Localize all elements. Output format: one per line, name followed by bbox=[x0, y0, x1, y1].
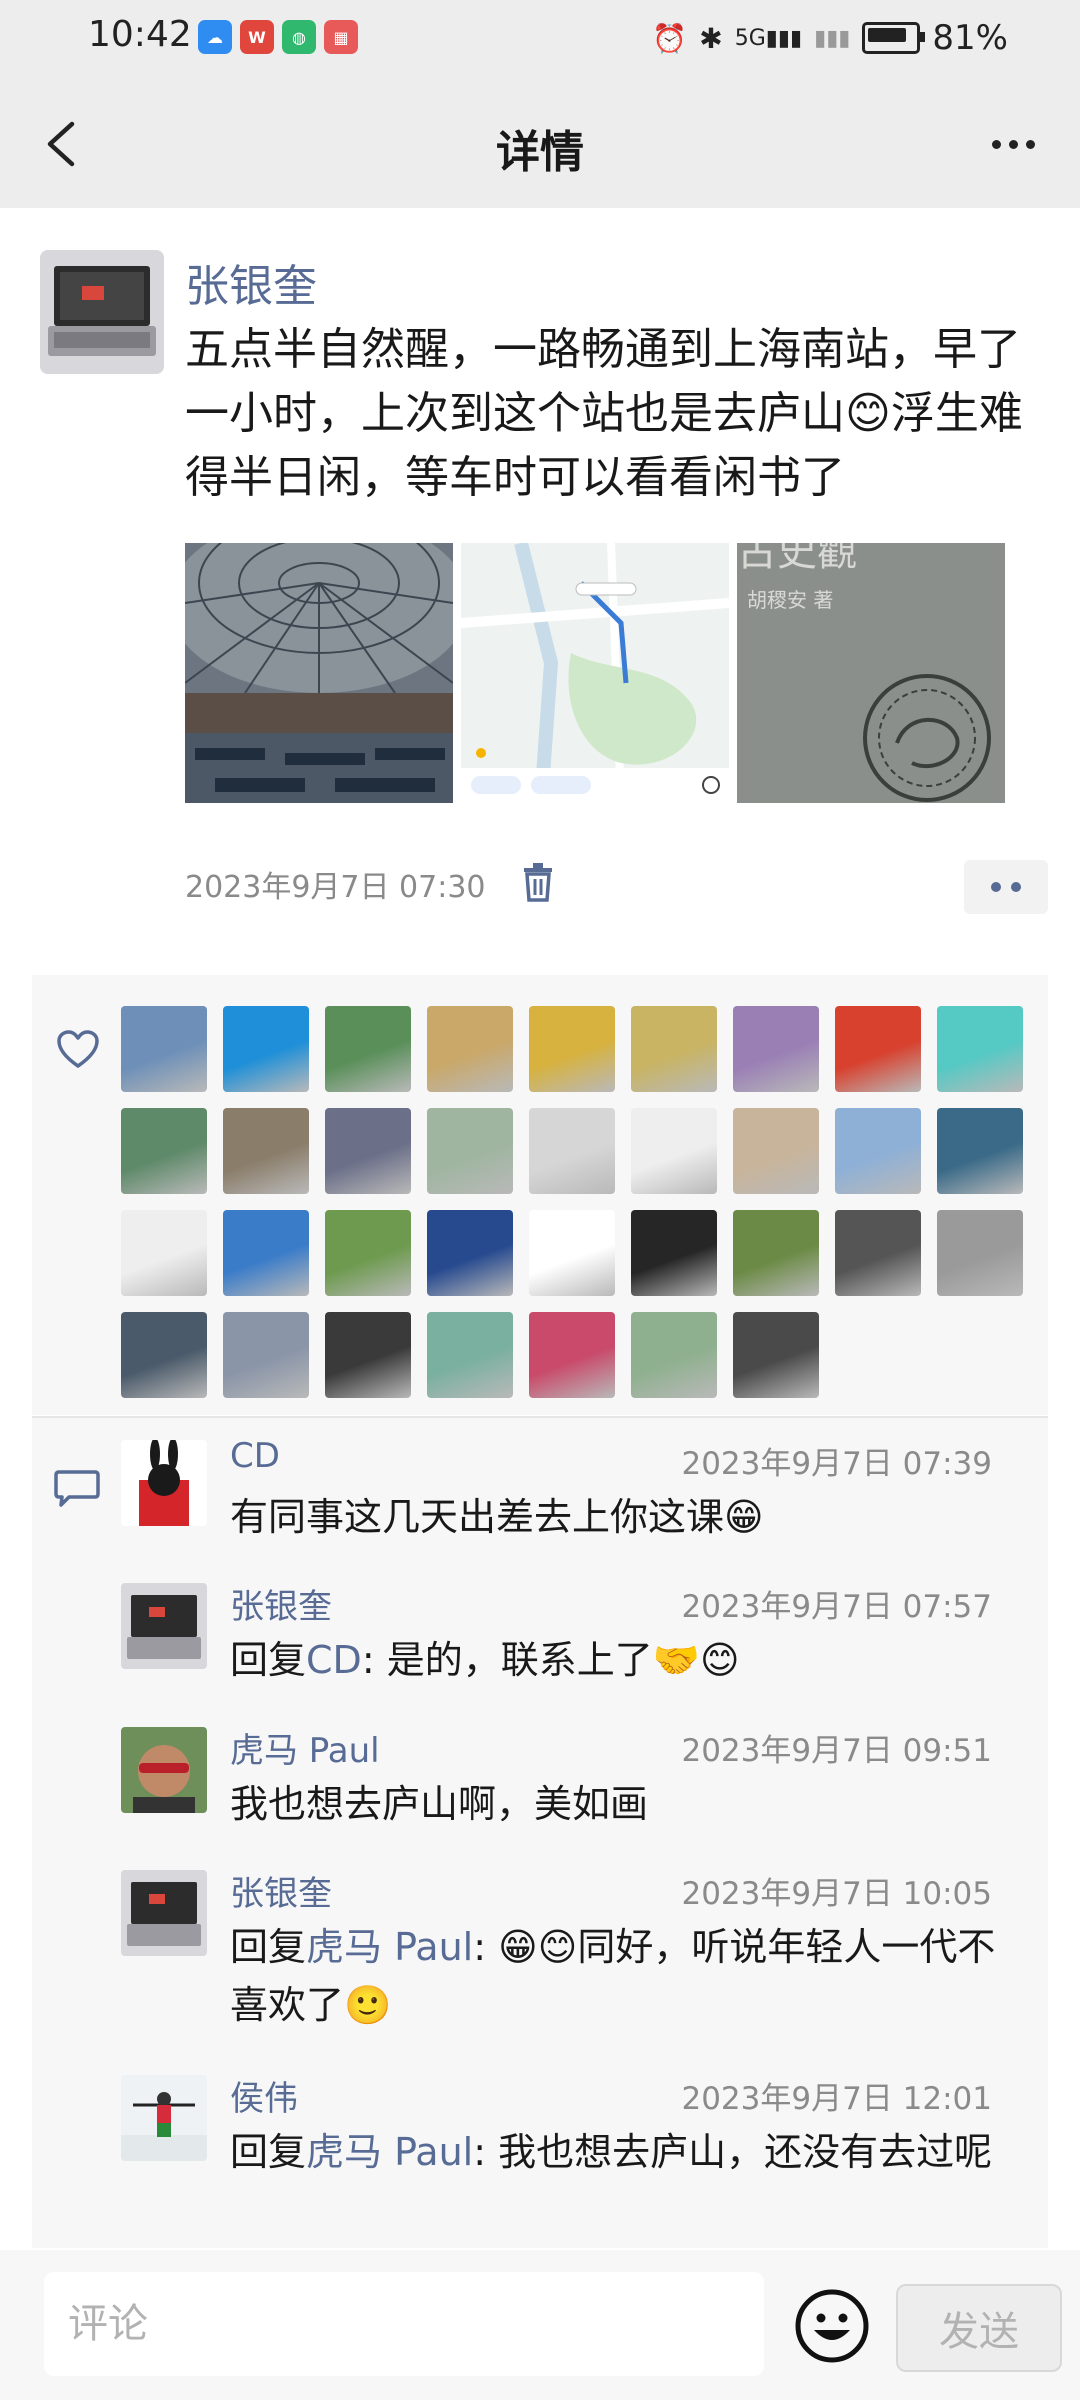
commenter-avatar[interactable] bbox=[121, 1440, 207, 1526]
map-screenshot-photo[interactable] bbox=[461, 543, 729, 803]
system-icons: ⏰ ✱ 5G▮▮▮ ▮▮▮ 81% bbox=[652, 18, 1008, 58]
book-cover-photo[interactable]: 古史觀 胡稷安 著 bbox=[737, 543, 1005, 803]
battery-percent: 81% bbox=[932, 18, 1008, 58]
comment-time: 2023年9月7日 12:01 bbox=[681, 2081, 992, 2117]
liker-avatar[interactable] bbox=[733, 1108, 819, 1194]
liker-avatar[interactable] bbox=[529, 1006, 615, 1092]
like-comment-menu-button[interactable] bbox=[964, 860, 1048, 914]
signal-icon: 5G▮▮▮ bbox=[734, 25, 803, 51]
commenter-name[interactable]: CD bbox=[230, 1436, 280, 1476]
status-bar: 10:42 ☁ W ◍ ▦ ⏰ ✱ 5G▮▮▮ ▮▮▮ 81% bbox=[0, 0, 1080, 80]
post-author-name[interactable]: 张银奎 bbox=[185, 250, 317, 314]
menu-dot-icon bbox=[1011, 882, 1021, 892]
comment-text: 我也想去庐山啊，美如画 bbox=[230, 1782, 649, 1826]
commenter-avatar[interactable] bbox=[121, 1727, 207, 1813]
liker-avatar[interactable] bbox=[223, 1108, 309, 1194]
battery-icon bbox=[862, 22, 926, 54]
emoji-button[interactable] bbox=[794, 2288, 870, 2364]
liker-avatar[interactable] bbox=[223, 1312, 309, 1398]
liker-avatar[interactable] bbox=[427, 1312, 513, 1398]
more-dot-icon bbox=[1025, 139, 1035, 149]
liker-avatar[interactable] bbox=[223, 1006, 309, 1092]
liker-avatar[interactable] bbox=[325, 1006, 411, 1092]
liker-avatar[interactable] bbox=[733, 1210, 819, 1296]
author-avatar[interactable] bbox=[40, 250, 164, 374]
liker-avatar[interactable] bbox=[733, 1006, 819, 1092]
commenter-name[interactable]: 侯伟 bbox=[230, 2071, 298, 2120]
comment-time: 2023年9月7日 07:57 bbox=[681, 1589, 992, 1625]
liker-avatar[interactable] bbox=[937, 1108, 1023, 1194]
comment-time: 2023年9月7日 09:51 bbox=[681, 1733, 992, 1769]
more-dot-icon bbox=[1008, 139, 1018, 149]
liker-avatar[interactable] bbox=[631, 1312, 717, 1398]
book-author-text: 胡稷安 著 bbox=[747, 588, 833, 612]
commenter-avatar[interactable] bbox=[121, 1583, 207, 1669]
post-text: 五点半自然醒，一路畅通到上海南站，早了一小时，上次到这个站也是去庐山😊浮生难得半… bbox=[185, 324, 1023, 503]
page-title: 详情 bbox=[496, 127, 584, 178]
liker-avatar[interactable] bbox=[631, 1108, 717, 1194]
comment-time: 2023年9月7日 10:05 bbox=[681, 1876, 992, 1912]
liker-avatar[interactable] bbox=[427, 1210, 513, 1296]
send-button[interactable]: 发送 bbox=[896, 2284, 1062, 2372]
delete-button[interactable] bbox=[520, 862, 556, 902]
title-bar: 详情 bbox=[0, 80, 1080, 208]
comment-text: 有同事这几天出差去上你这课😁 bbox=[230, 1495, 764, 1539]
comment-text: 回复虎马 Paul: 我也想去庐山，还没有去过呢 bbox=[230, 2130, 993, 2174]
liker-avatar[interactable] bbox=[937, 1210, 1023, 1296]
alarm-icon: ⏰ bbox=[652, 21, 688, 55]
bluetooth-icon: ✱ bbox=[699, 21, 723, 55]
mention-link[interactable]: CD bbox=[306, 1638, 362, 1682]
post-time: 2023年9月7日 07:30 bbox=[185, 870, 486, 905]
chat-app-icon: ◍ bbox=[282, 20, 316, 54]
comment-time: 2023年9月7日 07:39 bbox=[681, 1446, 992, 1482]
weibo-app-icon: W bbox=[240, 20, 274, 54]
liker-avatar[interactable] bbox=[733, 1312, 819, 1398]
liker-avatar[interactable] bbox=[121, 1312, 207, 1398]
post-photos: 古史觀 胡稷安 著 bbox=[185, 543, 1005, 803]
liker-avatar-grid bbox=[121, 1006, 1023, 1398]
commenter-name[interactable]: 虎马 Paul bbox=[230, 1723, 380, 1772]
commenter-name[interactable]: 张银奎 bbox=[230, 1579, 332, 1628]
notification-icons: ☁ W ◍ ▦ bbox=[198, 20, 358, 54]
shop-app-icon: ▦ bbox=[324, 20, 358, 54]
liker-avatar[interactable] bbox=[529, 1210, 615, 1296]
liker-avatar[interactable] bbox=[835, 1006, 921, 1092]
liker-avatar[interactable] bbox=[529, 1108, 615, 1194]
smiley-icon bbox=[795, 2289, 869, 2363]
liker-avatar[interactable] bbox=[121, 1006, 207, 1092]
cloud-app-icon: ☁ bbox=[198, 20, 232, 54]
liker-avatar[interactable] bbox=[835, 1210, 921, 1296]
comment-text: 回复虎马 Paul: 😁😊同好，听说年轻人一代不喜欢了🙂 bbox=[230, 1925, 996, 2027]
commenter-avatar[interactable] bbox=[121, 1870, 207, 1956]
comment-text: 回复CD: 是的，联系上了🤝😊 bbox=[230, 1638, 740, 1682]
mention-link[interactable]: 虎马 Paul bbox=[306, 2130, 473, 2174]
comment-input[interactable] bbox=[44, 2272, 764, 2376]
liker-avatar[interactable] bbox=[835, 1108, 921, 1194]
station-dome-photo[interactable] bbox=[185, 543, 453, 803]
liker-avatar[interactable] bbox=[937, 1006, 1023, 1092]
menu-dot-icon bbox=[991, 882, 1001, 892]
liker-avatar[interactable] bbox=[325, 1108, 411, 1194]
heart-icon bbox=[56, 1030, 100, 1070]
signal-2-icon: ▮▮▮ bbox=[814, 25, 851, 51]
liker-avatar[interactable] bbox=[529, 1312, 615, 1398]
liker-avatar[interactable] bbox=[427, 1006, 513, 1092]
liker-avatar[interactable] bbox=[631, 1006, 717, 1092]
liker-avatar[interactable] bbox=[427, 1108, 513, 1194]
commenter-avatar[interactable] bbox=[121, 2075, 207, 2161]
more-options-button[interactable] bbox=[978, 114, 1048, 174]
book-title-text: 古史觀 bbox=[737, 543, 857, 575]
liker-avatar[interactable] bbox=[325, 1210, 411, 1296]
commenter-name[interactable]: 张银奎 bbox=[230, 1866, 332, 1915]
liker-avatar[interactable] bbox=[121, 1108, 207, 1194]
liker-avatar[interactable] bbox=[325, 1312, 411, 1398]
trash-icon bbox=[524, 863, 552, 902]
more-dot-icon bbox=[991, 139, 1001, 149]
status-time: 10:42 bbox=[88, 14, 192, 55]
mention-link[interactable]: 虎马 Paul bbox=[306, 1925, 473, 1969]
liker-avatar[interactable] bbox=[631, 1210, 717, 1296]
liker-avatar[interactable] bbox=[223, 1210, 309, 1296]
comment-bubble-icon bbox=[54, 1468, 100, 1508]
liker-avatar[interactable] bbox=[121, 1210, 207, 1296]
